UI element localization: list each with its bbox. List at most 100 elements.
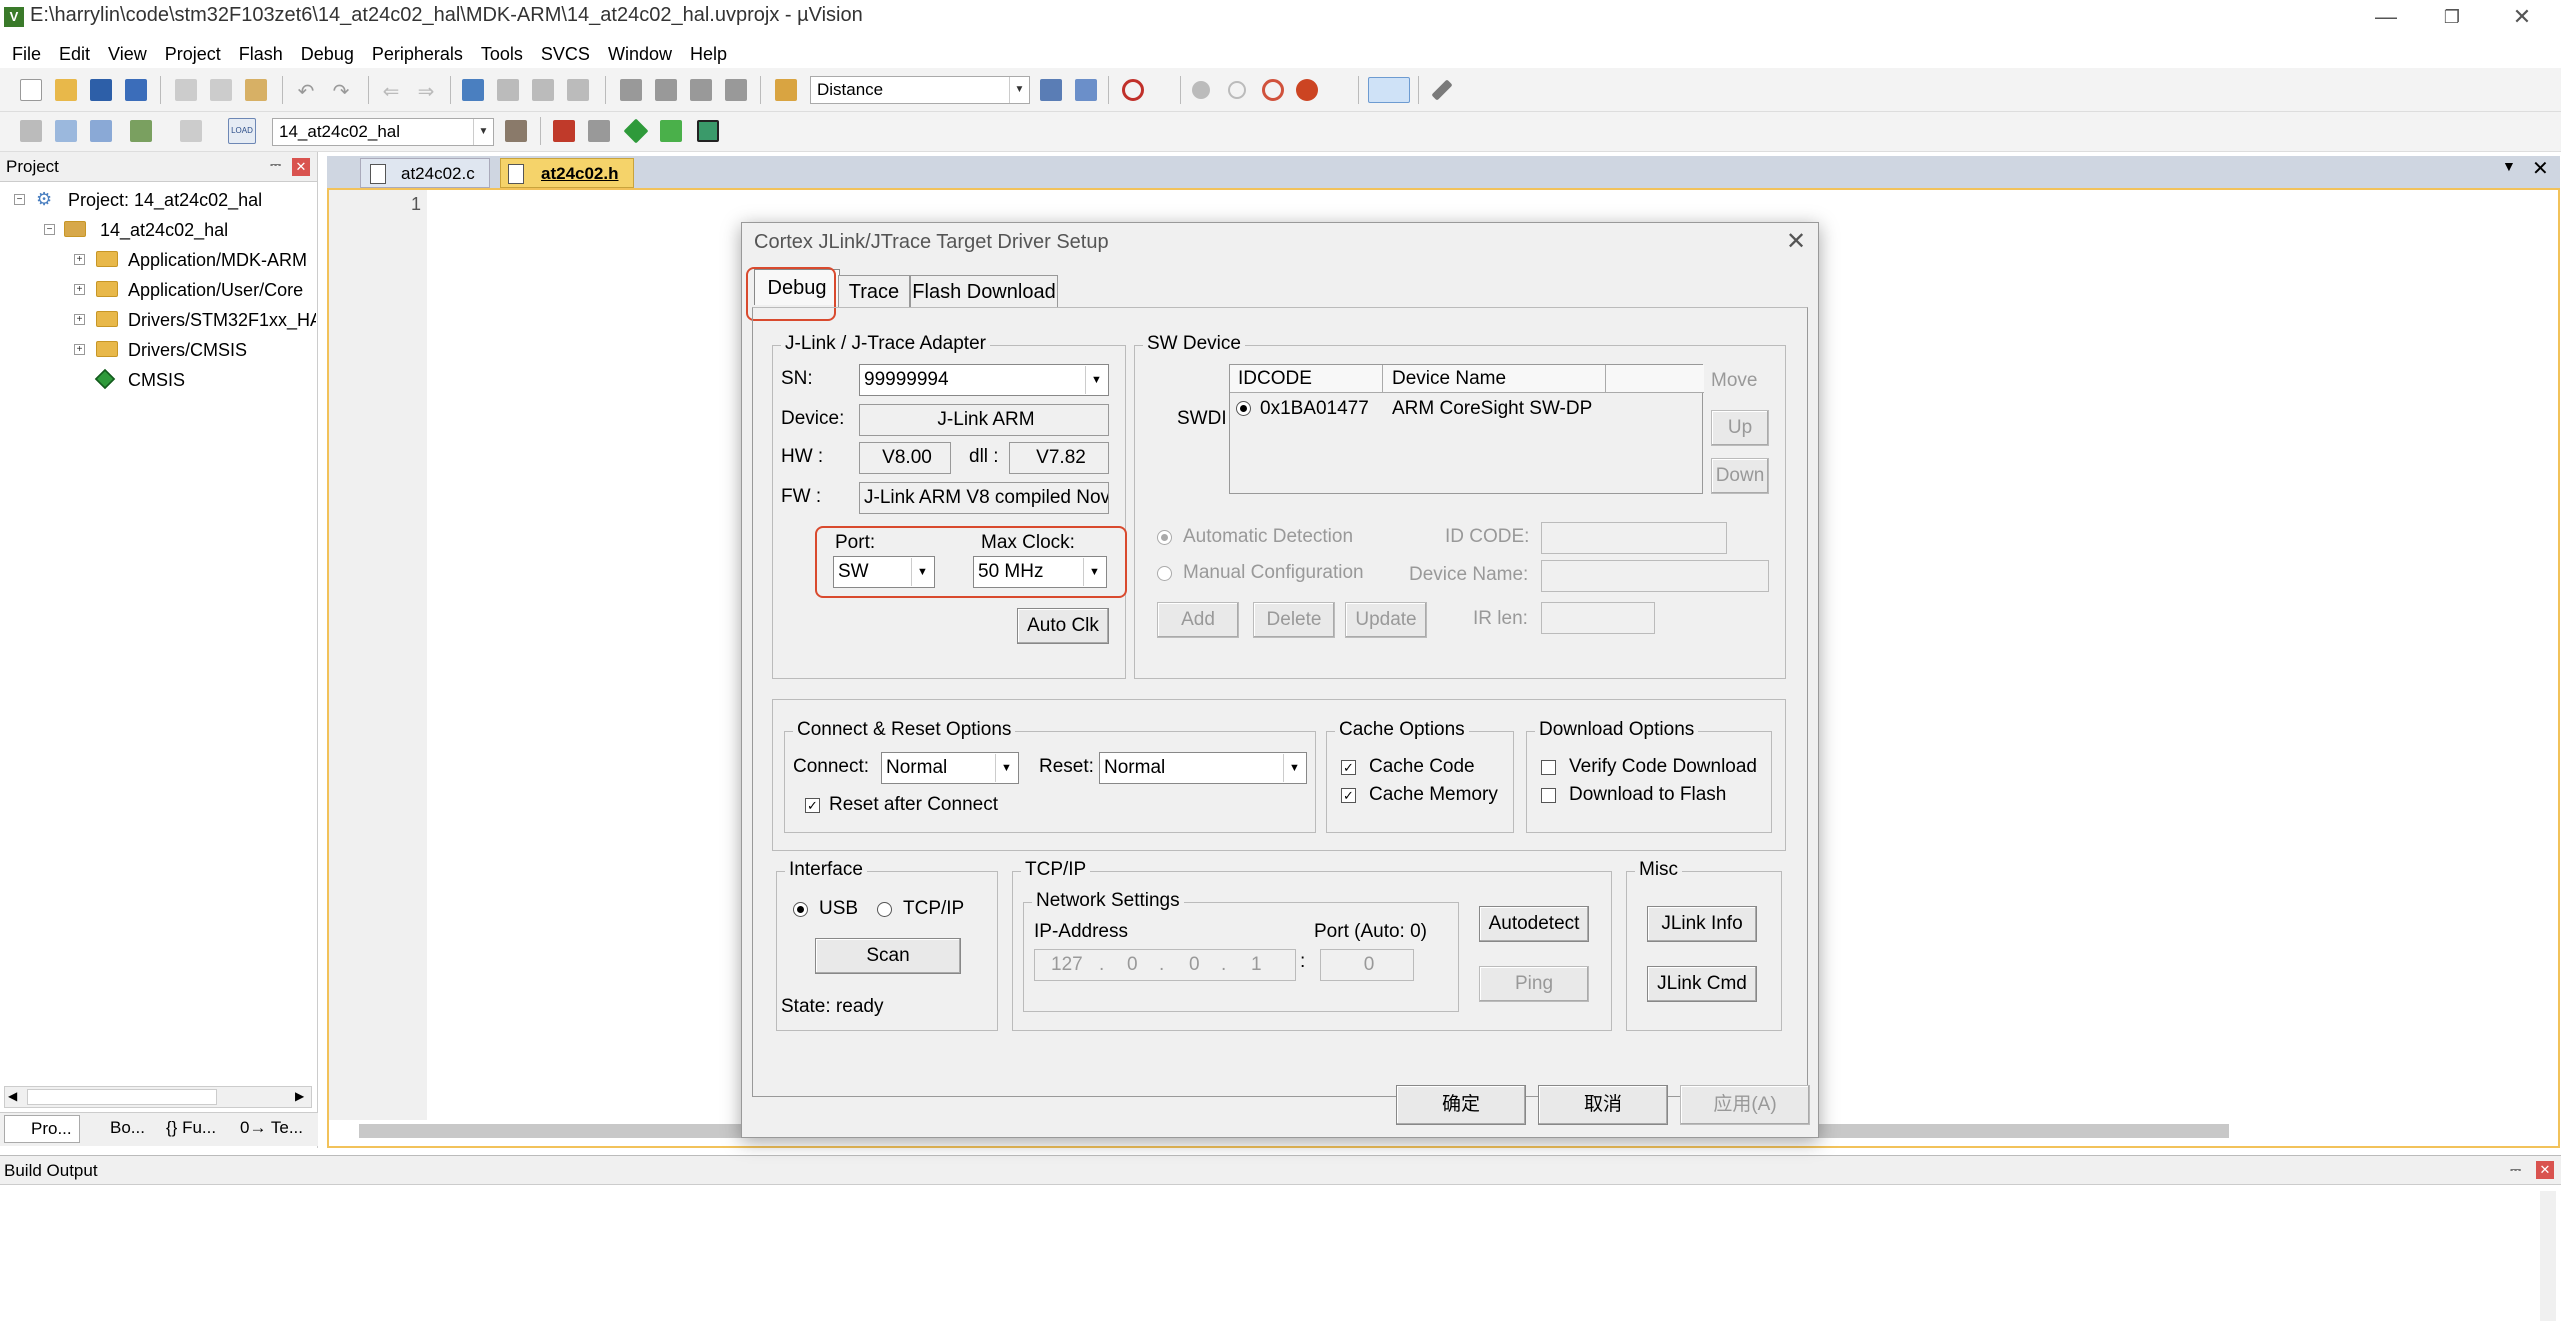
debug-session-icon[interactable] <box>1122 79 1144 101</box>
close-tab-icon[interactable]: ✕ <box>2532 156 2549 181</box>
close-pane-icon[interactable]: ✕ <box>292 158 310 176</box>
tcpip-radio[interactable] <box>877 902 892 917</box>
device-name-field[interactable] <box>1541 560 1769 592</box>
expand-icon[interactable]: + <box>74 314 85 325</box>
sn-select[interactable]: 99999994 ▼ <box>859 364 1109 396</box>
target-combo[interactable]: 14_at24c02_hal ▼ <box>272 118 494 146</box>
chevron-down-icon[interactable]: ▼ <box>473 119 493 145</box>
stop-build-icon[interactable] <box>180 120 202 142</box>
load-download-icon[interactable]: LOAD <box>228 118 256 144</box>
insert-breakpoint-icon[interactable] <box>1192 81 1210 99</box>
close-pane-icon[interactable]: ✕ <box>2536 1161 2554 1179</box>
uncomment-icon[interactable] <box>725 79 747 101</box>
menu-edit[interactable]: Edit <box>50 36 99 66</box>
expand-icon[interactable]: + <box>74 254 85 265</box>
select-packs-icon[interactable] <box>588 120 610 142</box>
menu-peripherals[interactable]: Peripherals <box>363 36 472 66</box>
pack-installer-icon[interactable] <box>660 120 682 142</box>
tab-trace[interactable]: Trace <box>838 275 910 307</box>
scroll-right-icon[interactable]: ▶ <box>295 1089 304 1103</box>
comment-icon[interactable] <box>690 79 712 101</box>
clear-bookmarks-icon[interactable] <box>567 79 589 101</box>
tree-cmsis[interactable]: CMSIS <box>128 370 185 391</box>
close-icon[interactable]: ✕ <box>2492 0 2552 34</box>
tab-functions[interactable]: {} Fu... <box>160 1115 234 1143</box>
delete-button[interactable]: Delete <box>1253 602 1335 638</box>
chevron-down-icon[interactable]: ▼ <box>1085 366 1107 394</box>
find-icon[interactable] <box>1040 79 1062 101</box>
auto-clk-button[interactable]: Auto Clk <box>1017 608 1109 644</box>
kill-breakpoints-icon[interactable] <box>1296 79 1318 101</box>
run-time-env-icon[interactable] <box>623 118 649 144</box>
batch-build-icon[interactable] <box>130 120 152 142</box>
collapse-icon[interactable]: − <box>44 224 55 235</box>
tab-books[interactable]: Bo... <box>84 1115 154 1143</box>
scrollbar-thumb[interactable] <box>27 1089 217 1105</box>
connect-select[interactable]: Normal ▼ <box>881 752 1019 784</box>
incremental-find-icon[interactable] <box>1075 79 1097 101</box>
enable-breakpoint-icon[interactable] <box>1228 81 1246 99</box>
find-in-files-icon[interactable] <box>775 79 797 101</box>
save-icon[interactable] <box>90 79 112 101</box>
jlink-info-button[interactable]: JLink Info <box>1647 906 1757 942</box>
next-bookmark-icon[interactable] <box>532 79 554 101</box>
prev-bookmark-icon[interactable] <box>497 79 519 101</box>
manual-config-radio[interactable] <box>1157 566 1172 581</box>
verify-download-checkbox[interactable] <box>1541 760 1556 775</box>
ok-button[interactable]: 确定 <box>1396 1085 1526 1125</box>
tab-project[interactable]: Pro... <box>4 1115 80 1143</box>
row-select-radio[interactable] <box>1236 401 1251 416</box>
auto-detect-radio[interactable] <box>1157 530 1172 545</box>
disable-breakpoints-icon[interactable] <box>1262 79 1284 101</box>
target-options-icon[interactable] <box>505 120 527 142</box>
tab-flash-download[interactable]: Flash Download <box>910 275 1058 307</box>
id-code-field[interactable] <box>1541 522 1727 554</box>
ping-button[interactable]: Ping <box>1479 966 1589 1002</box>
scroll-left-icon[interactable]: ◀ <box>8 1089 17 1103</box>
move-down-button[interactable]: Down <box>1711 458 1769 494</box>
undo-icon[interactable]: ↶ <box>295 79 317 103</box>
tab-templates[interactable]: 0→ Te... <box>236 1115 314 1143</box>
rebuild-icon[interactable] <box>90 120 112 142</box>
configure-wrench-icon[interactable] <box>1431 79 1453 101</box>
project-hscrollbar[interactable]: ◀ ▶ <box>4 1086 312 1108</box>
usb-radio[interactable] <box>793 902 808 917</box>
ir-len-field[interactable] <box>1541 602 1655 634</box>
tree-project-root[interactable]: Project: 14_at24c02_hal <box>68 190 262 211</box>
autodetect-button[interactable]: Autodetect <box>1479 906 1589 942</box>
open-file-icon[interactable] <box>55 79 77 101</box>
tree-target[interactable]: 14_at24c02_hal <box>100 220 228 241</box>
pin-icon[interactable]: ⎓ <box>270 156 281 173</box>
manage-components-icon[interactable] <box>553 120 575 142</box>
chevron-down-icon[interactable]: ▼ <box>995 754 1017 782</box>
menu-view[interactable]: View <box>99 36 156 66</box>
cache-memory-checkbox[interactable]: ✓ <box>1341 788 1356 803</box>
scan-button[interactable]: Scan <box>815 938 961 974</box>
menu-window[interactable]: Window <box>599 36 681 66</box>
bookmark-icon[interactable] <box>462 79 484 101</box>
translate-icon[interactable] <box>20 120 42 142</box>
navigate-forward-icon[interactable]: ⇒ <box>415 79 437 103</box>
build-icon[interactable] <box>55 120 77 142</box>
move-up-button[interactable]: Up <box>1711 410 1769 446</box>
copy-icon[interactable] <box>210 79 232 101</box>
window-layout-icon[interactable] <box>1368 77 1410 103</box>
chevron-down-icon[interactable]: ▼ <box>1009 77 1029 103</box>
dialog-close-icon[interactable]: ✕ <box>1786 227 1806 256</box>
menu-help[interactable]: Help <box>681 36 736 66</box>
indent-icon[interactable] <box>620 79 642 101</box>
collapse-icon[interactable]: − <box>14 194 25 205</box>
navigate-back-icon[interactable]: ⇐ <box>380 79 402 103</box>
ip-address-field[interactable]: 127 . 0 . 0 . 1 <box>1034 949 1296 981</box>
menu-svcs[interactable]: SVCS <box>532 36 599 66</box>
expand-icon[interactable]: + <box>74 344 85 355</box>
tree-group-mdk-arm[interactable]: Application/MDK-ARM <box>128 250 307 271</box>
menu-tools[interactable]: Tools <box>472 36 532 66</box>
tree-group-user-core[interactable]: Application/User/Core <box>128 280 303 301</box>
menu-debug[interactable]: Debug <box>292 36 363 66</box>
build-output-vscrollbar[interactable] <box>2540 1191 2556 1321</box>
reset-select[interactable]: Normal ▼ <box>1099 752 1307 784</box>
apply-button[interactable]: 应用(A) <box>1680 1085 1810 1125</box>
jlink-cmd-button[interactable]: JLink Cmd <box>1647 966 1757 1002</box>
cut-icon[interactable] <box>175 79 197 101</box>
